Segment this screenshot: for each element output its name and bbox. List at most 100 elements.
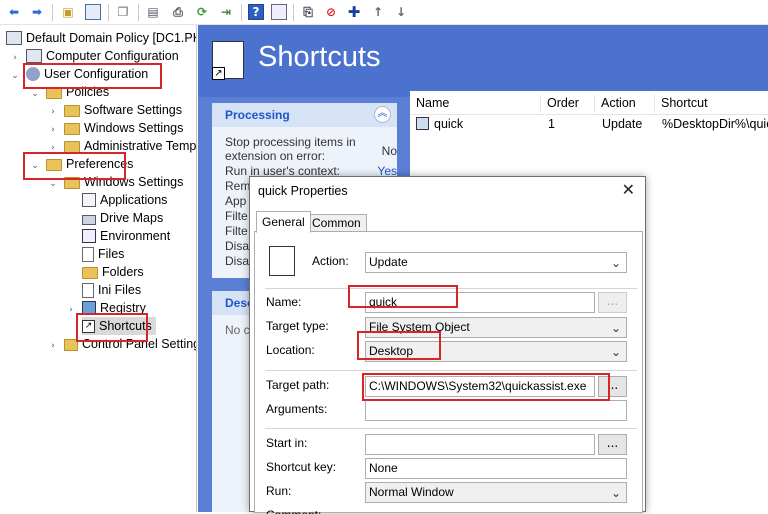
registry-icon [82,301,96,315]
chevron-right-icon[interactable]: › [48,143,58,153]
tab-label: Common [312,216,361,230]
target-type-dropdown[interactable]: File System Object ⌄ [365,317,627,338]
move-up-icon[interactable]: ↑ [370,4,386,20]
tree-item-registry[interactable]: Registry [82,299,146,317]
tree-item-windows-settings[interactable]: Windows Settings [64,119,183,137]
processing-row: extension on error: No [225,144,397,164]
control-panel-icon [64,339,78,351]
shortcuts-header: ↗ Shortcuts [198,25,768,97]
row-label: Stop processing items in [225,135,356,149]
start-in-field[interactable] [365,434,595,455]
tree-item-preferences[interactable]: Preferences [46,155,133,173]
run-dropdown[interactable]: Normal Window ⌄ [365,482,627,503]
display-xml-icon[interactable]: ⎘ [300,4,316,20]
chevron-right-icon[interactable]: › [48,341,58,351]
chevron-right-icon[interactable]: › [10,53,20,63]
row-label: Filte [225,224,248,238]
tree-item-policies[interactable]: Policies [46,83,109,101]
folder-icon [46,87,62,99]
tree-item-applications[interactable]: Applications [82,191,167,209]
move-down-icon[interactable]: ↓ [393,4,409,20]
tree-label: Applications [100,193,168,207]
refresh-icon[interactable]: ⟳ [194,4,210,20]
target-path-browse-button[interactable]: ... [598,376,627,397]
description-text: No c [225,323,250,337]
tree-item-files[interactable]: Files [82,245,124,263]
export-list-icon[interactable]: ⇥ [218,4,234,20]
chevron-down-icon[interactable]: ⌄ [10,71,20,81]
help-icon[interactable]: ? [248,4,264,20]
collapse-icon[interactable]: ︽ [374,106,391,123]
cell-order: 1 [548,117,555,131]
stop-icon[interactable]: ⊘ [323,4,339,20]
cell-shortcut: %DesktopDir%\quic [662,117,768,131]
show-action-pane-icon[interactable] [271,4,287,20]
target-type-value: File System Object [369,320,470,334]
user-icon [26,67,40,81]
chevron-down-icon: ⌄ [610,321,621,335]
tab-common[interactable]: Common [306,214,367,232]
close-icon[interactable]: ✕ [622,180,635,199]
tree-item-drive-maps[interactable]: Drive Maps [82,209,163,227]
print-icon[interactable]: ⎙ [170,4,186,20]
tab-general[interactable]: General [256,211,311,233]
folder-icon [82,267,98,279]
chevron-down-icon[interactable]: ⌄ [30,89,40,99]
tree-item-folders[interactable]: Folders [82,263,144,281]
dialog-title: quick Properties [258,184,348,198]
tree-item-software-settings[interactable]: Software Settings [64,101,182,119]
target-path-label: Target path: [266,378,330,392]
tab-label: General [262,215,305,229]
location-value: Desktop [369,344,414,358]
cell-action: Update [602,117,643,131]
chevron-down-icon[interactable]: ⌄ [30,161,40,171]
forward-arrow-icon[interactable]: ➡ [29,4,45,20]
shortcut-row-icon [416,117,429,130]
tree-item-computer-configuration[interactable]: Computer Configuration [26,47,179,65]
tree-item-control-panel-settings[interactable]: Control Panel Setting [64,335,196,353]
tree-root[interactable]: Default Domain Policy [DC1.PKI [6,29,196,47]
copy-icon[interactable]: ❐ [115,4,131,20]
show-hide-tree-icon[interactable] [85,4,101,20]
tree-label: Administrative Temp [84,139,197,153]
action-dropdown[interactable]: Update ⌄ [365,252,627,273]
target-path-field[interactable]: C:\WINDOWS\System32\quickassist.exe [365,376,595,397]
tree-label: Windows Settings [84,121,184,135]
column-header-order[interactable]: Order [541,95,595,113]
tree-label: Environment [100,229,171,243]
row-label: Filte [225,209,248,223]
table-row[interactable]: quick 1 Update %DesktopDir%\quic [410,115,768,135]
general-tab-body: Action: Update ⌄ Name: quick ... Target … [254,231,643,514]
name-field[interactable]: quick [365,292,595,313]
tree-label: Files [98,247,125,261]
up-folder-icon[interactable]: ▣ [60,4,76,20]
tree-item-pref-windows-settings[interactable]: Windows Settings [64,173,183,191]
column-header-shortcut[interactable]: Shortcut [655,95,768,113]
target-path-value: C:\WINDOWS\System32\quickassist.exe [369,379,587,393]
chevron-right-icon[interactable]: › [48,125,58,135]
chevron-right-icon[interactable]: › [48,107,58,117]
shortcut-key-value: None [369,461,398,475]
chevron-down-icon[interactable]: ⌄ [48,179,58,189]
start-in-browse-button[interactable]: ... [598,434,627,455]
location-dropdown[interactable]: Desktop ⌄ [365,341,627,362]
add-icon[interactable]: ✚ [346,4,362,20]
shortcut-key-field[interactable]: None [365,458,627,479]
arguments-field[interactable] [365,400,627,421]
back-arrow-icon[interactable]: ⬅ [6,4,22,20]
tree-item-ini-files[interactable]: Ini Files [82,281,141,299]
column-header-name[interactable]: Name [410,95,541,113]
chevron-down-icon: ⌄ [610,256,621,270]
row-value: No [381,144,397,158]
name-label: Name: [266,295,302,309]
tree-item-administrative-templates[interactable]: Administrative Temp [64,137,196,155]
tree-item-shortcuts[interactable]: ↗ Shortcuts [82,317,156,335]
column-header-action[interactable]: Action [595,95,655,113]
tree-item-user-configuration[interactable]: User Configuration [26,65,148,83]
shortcut-large-icon [269,246,295,276]
tree-item-environment[interactable]: Environment [82,227,170,245]
ini-file-icon [82,282,94,298]
applications-icon [82,193,96,207]
chevron-right-icon[interactable]: › [66,305,76,315]
properties-icon[interactable]: ▤ [145,4,161,20]
